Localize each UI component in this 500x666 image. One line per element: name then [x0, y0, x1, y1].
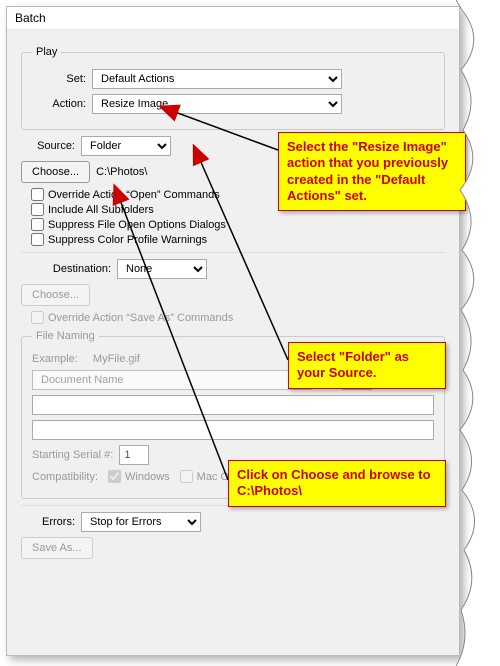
- compat-mac-option: Mac OS: [180, 470, 237, 483]
- file-naming-group: File Naming Example: MyFile.gif Document…: [21, 330, 445, 499]
- naming-token-4-input: [32, 420, 434, 440]
- starting-serial-label: Starting Serial #:: [32, 449, 113, 461]
- override-save-checkbox: [31, 311, 44, 324]
- source-path: C:\Photos\: [96, 166, 147, 178]
- torn-edge-decoration: [456, 0, 500, 666]
- override-open-checkbox[interactable]: [31, 188, 44, 201]
- suppress-color-checkbox[interactable]: [31, 233, 44, 246]
- source-label: Source:: [21, 140, 75, 152]
- set-label: Set:: [32, 73, 86, 85]
- compat-windows-option: Windows: [108, 470, 170, 483]
- set-select[interactable]: Default Actions: [92, 69, 342, 89]
- starting-serial-input: [119, 445, 149, 465]
- action-label: Action:: [32, 98, 86, 110]
- destination-label: Destination:: [21, 263, 111, 275]
- errors-select[interactable]: Stop for Errors: [81, 512, 201, 532]
- compat-windows-checkbox: [108, 470, 121, 483]
- action-select[interactable]: Resize Image: [92, 94, 342, 114]
- suppress-file-open-option[interactable]: Suppress File Open Options Dialogs: [31, 218, 445, 231]
- naming-token-2-input: [342, 370, 372, 390]
- suppress-color-option[interactable]: Suppress Color Profile Warnings: [31, 233, 445, 246]
- compat-mac-checkbox: [180, 470, 193, 483]
- override-open-option[interactable]: Override Action “Open” Commands: [31, 188, 445, 201]
- override-open-label: Override Action “Open” Commands: [48, 189, 220, 201]
- include-subfolders-option[interactable]: Include All Subfolders: [31, 203, 445, 216]
- batch-dialog: Batch Play Set: Default Actions Action: …: [6, 6, 460, 656]
- choose-source-button[interactable]: Choose...: [21, 161, 90, 183]
- play-group: Play Set: Default Actions Action: Resize…: [21, 46, 445, 130]
- compat-unix-label: Unix: [263, 471, 285, 483]
- naming-token-3-input: [32, 395, 434, 415]
- override-save-option: Override Action “Save As” Commands: [31, 311, 445, 324]
- errors-label: Errors:: [21, 516, 75, 528]
- compat-label: Compatibility:: [32, 471, 98, 483]
- suppress-color-label: Suppress Color Profile Warnings: [48, 234, 207, 246]
- save-as-button[interactable]: Save As...: [21, 537, 93, 559]
- example-value: MyFile.gif: [93, 353, 140, 365]
- suppress-file-open-checkbox[interactable]: [31, 218, 44, 231]
- compat-mac-label: Mac OS: [197, 471, 237, 483]
- file-naming-legend: File Naming: [32, 330, 99, 342]
- window-title: Batch: [7, 7, 459, 30]
- compat-windows-label: Windows: [125, 471, 170, 483]
- include-subfolders-label: Include All Subfolders: [48, 204, 154, 216]
- override-save-label: Override Action “Save As” Commands: [48, 312, 233, 324]
- naming-token-1-select: Document Name: [32, 370, 312, 390]
- plus-icon: +: [324, 374, 330, 386]
- choose-destination-button[interactable]: Choose...: [21, 284, 90, 306]
- play-legend: Play: [32, 46, 61, 58]
- example-label: Example:: [32, 353, 78, 365]
- compat-unix-option: Unix: [246, 470, 285, 483]
- include-subfolders-checkbox[interactable]: [31, 203, 44, 216]
- compat-unix-checkbox: [246, 470, 259, 483]
- source-select[interactable]: Folder: [81, 136, 171, 156]
- destination-select[interactable]: None: [117, 259, 207, 279]
- suppress-file-open-label: Suppress File Open Options Dialogs: [48, 219, 226, 231]
